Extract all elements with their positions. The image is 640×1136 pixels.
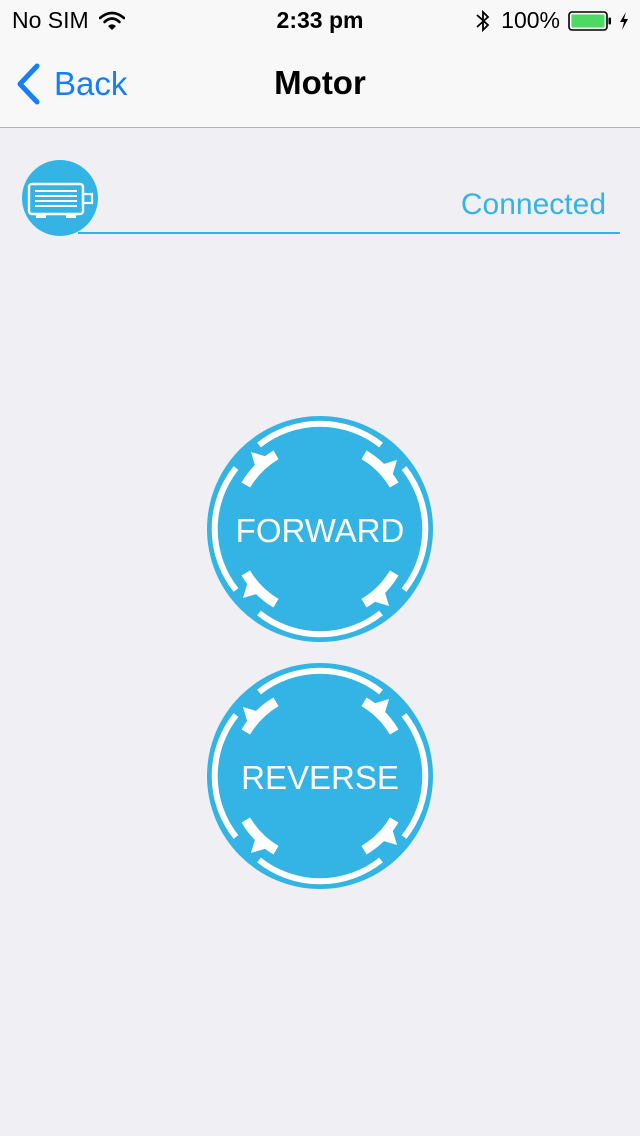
status-right: 100% (475, 7, 630, 34)
battery-percent: 100% (501, 7, 560, 33)
page-title: Motor (274, 64, 366, 101)
connection-status: Connected (460, 188, 606, 221)
reverse-button[interactable]: REVERSE (207, 663, 433, 889)
forward-label: FORWARD (235, 512, 405, 549)
forward-button[interactable]: FORWARD (207, 416, 433, 642)
device-avatar (22, 160, 98, 236)
divider (78, 232, 620, 234)
navigation-bar: Back Motor (0, 40, 640, 128)
motor-icon (27, 182, 94, 218)
charging-icon (620, 11, 628, 30)
reverse-label: REVERSE (241, 759, 399, 796)
bluetooth-icon (476, 9, 490, 32)
device-row: Connected (22, 160, 620, 236)
battery-icon (568, 10, 611, 31)
status-bar: No SIM 2:33 pm 100% (0, 0, 640, 40)
